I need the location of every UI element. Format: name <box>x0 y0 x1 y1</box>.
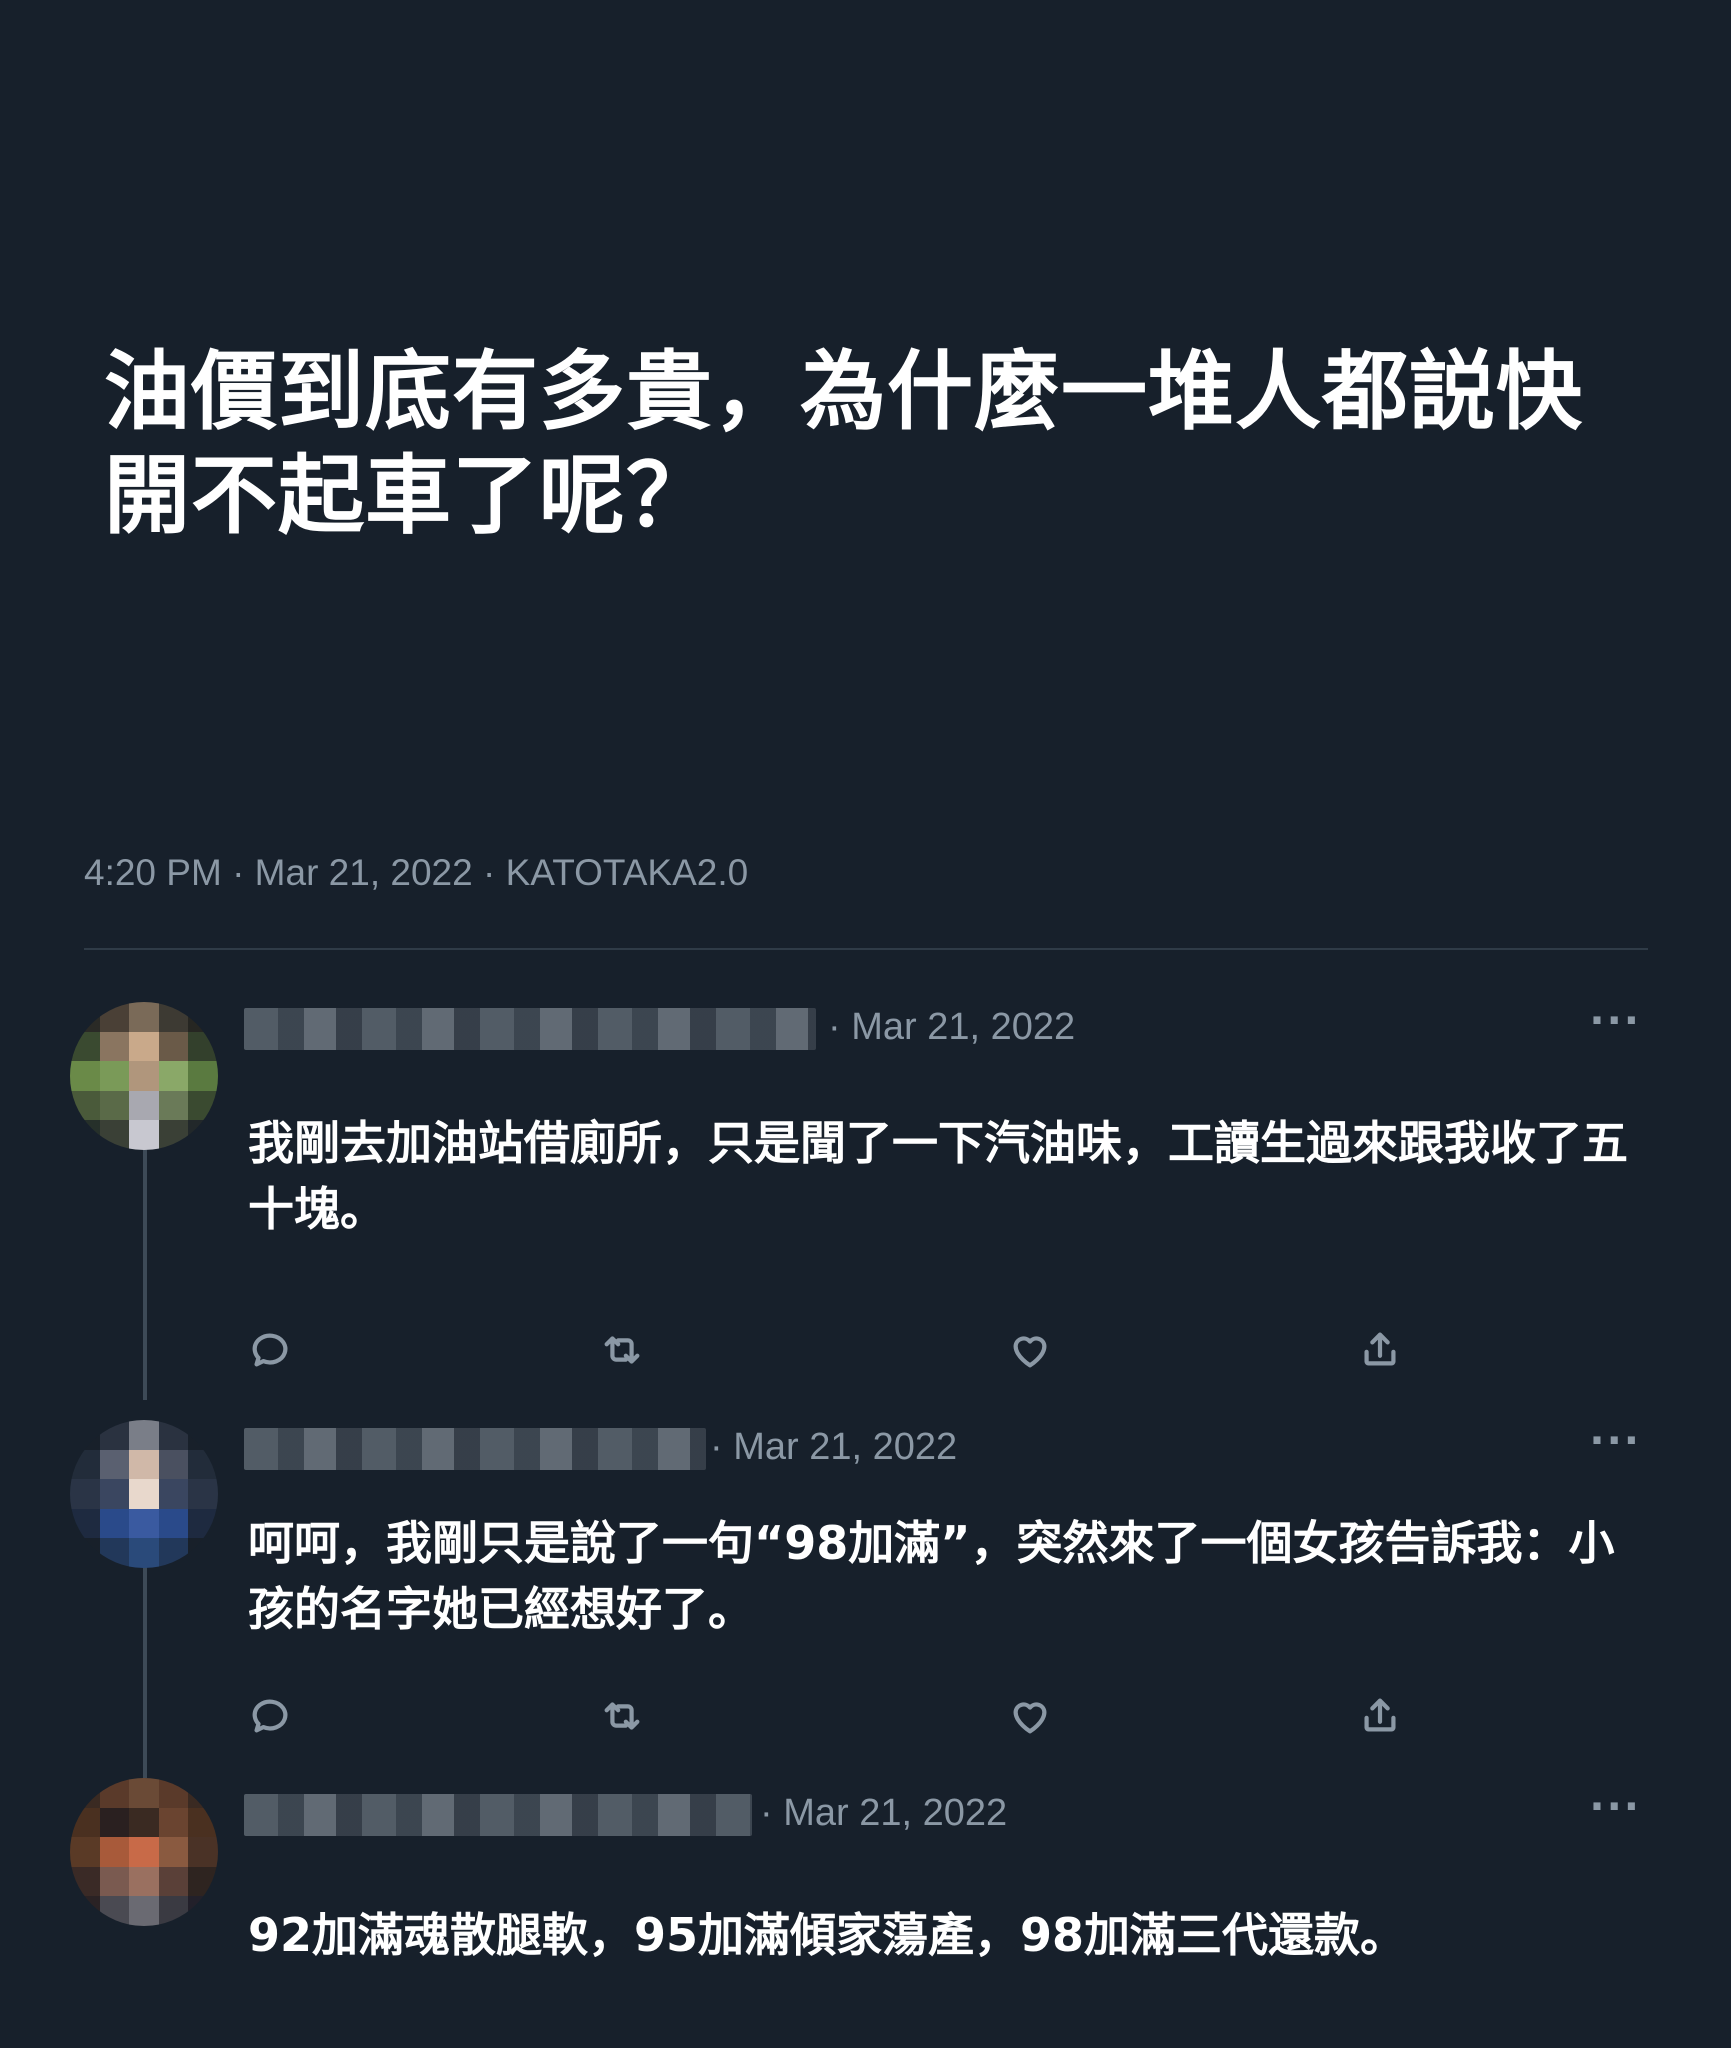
reply-date[interactable]: · Mar 21, 2022 <box>710 1426 957 1469</box>
heart-icon[interactable] <box>1002 1688 1058 1744</box>
divider <box>84 948 1648 950</box>
reply-icon[interactable] <box>242 1688 298 1744</box>
retweet-icon[interactable] <box>594 1688 650 1744</box>
action-bar <box>0 1322 1731 1378</box>
reply-date[interactable]: · Mar 21, 2022 <box>828 1006 1075 1049</box>
avatar[interactable] <box>70 1778 218 1926</box>
page-title: 油價到底有多貴，為什麼一堆人都説快開不起車了呢？ <box>104 342 1583 546</box>
reply-date[interactable]: · Mar 21, 2022 <box>760 1792 1007 1835</box>
reply-text: 呵呵，我剛只是說了一句“98加滿”，突然來了一個女孩告訴我：小孩的名字她已經想好… <box>248 1516 1615 1636</box>
more-options-button[interactable]: ··· <box>1589 1784 1641 1830</box>
more-options-button[interactable]: ··· <box>1589 998 1641 1044</box>
reply-text: 92加滿魂散腿軟，95加滿傾家蕩產，98加滿三代還款。 <box>248 1908 1407 1962</box>
reply-icon[interactable] <box>242 1322 298 1378</box>
action-bar <box>0 1688 1731 1744</box>
avatar[interactable] <box>70 1420 218 1568</box>
heart-icon[interactable] <box>1002 1322 1058 1378</box>
share-icon[interactable] <box>1352 1322 1408 1378</box>
username-blurred[interactable] <box>244 1008 816 1050</box>
username-blurred[interactable] <box>244 1794 752 1836</box>
tweet-meta: 4:20 PM · Mar 21, 2022 · KATOTAKA2.0 <box>84 852 749 893</box>
more-options-button[interactable]: ··· <box>1589 1418 1641 1464</box>
username-blurred[interactable] <box>244 1428 706 1470</box>
thread-line <box>143 1560 147 1778</box>
reply-text: 我剛去加油站借廁所，只是聞了一下汽油味，工讀生過來跟我收了五十塊。 <box>248 1116 1628 1236</box>
avatar[interactable] <box>70 1002 218 1150</box>
share-icon[interactable] <box>1352 1688 1408 1744</box>
retweet-icon[interactable] <box>594 1322 650 1378</box>
